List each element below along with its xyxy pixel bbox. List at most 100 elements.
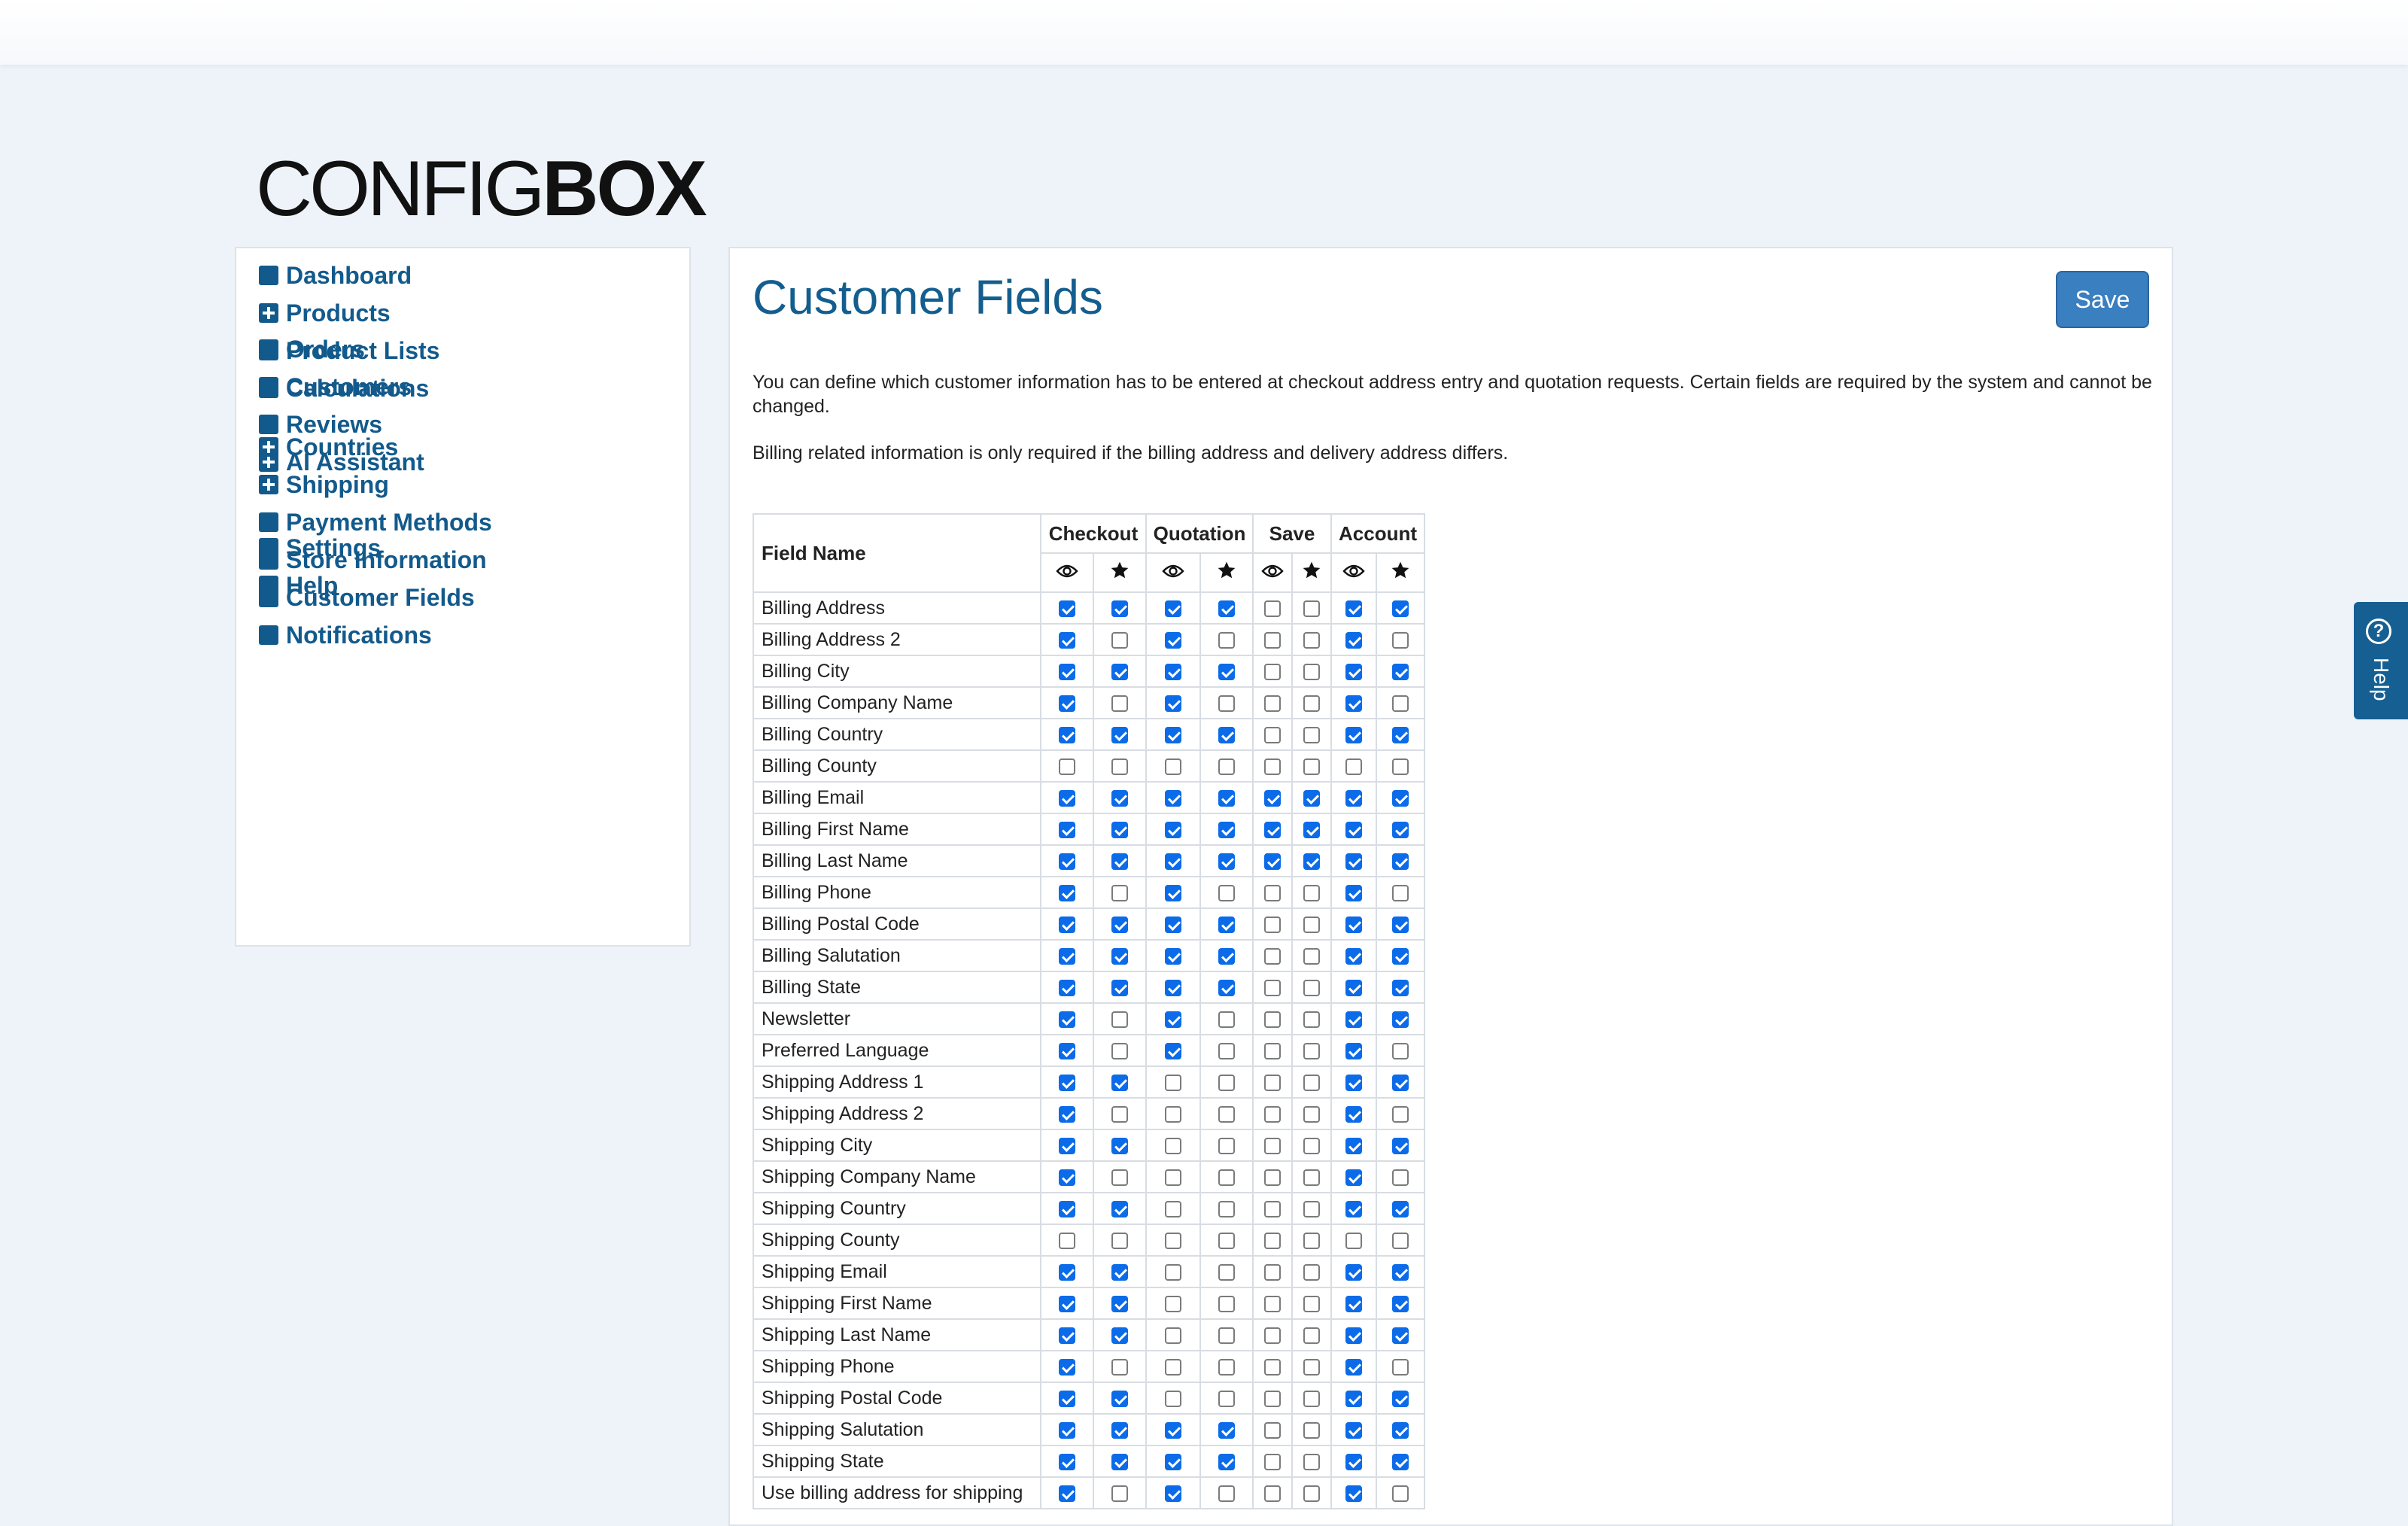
save-visible-checkbox[interactable]	[1264, 1105, 1281, 1123]
sidebar-item-customers[interactable]: Customers	[259, 370, 412, 403]
save-visible-checkbox[interactable]	[1264, 726, 1281, 743]
account-required-checkbox[interactable]	[1392, 916, 1409, 933]
quotation-visible-checkbox[interactable]	[1165, 1169, 1181, 1186]
account-required-checkbox[interactable]	[1392, 1327, 1409, 1344]
account-required-checkbox[interactable]	[1392, 1390, 1409, 1407]
quotation-visible-checkbox[interactable]	[1165, 979, 1181, 996]
sidebar-item-orders[interactable]: Orders	[259, 333, 365, 366]
account-visible-checkbox[interactable]	[1345, 1421, 1362, 1439]
quotation-required-checkbox[interactable]	[1218, 1358, 1235, 1376]
account-required-checkbox[interactable]	[1392, 1421, 1409, 1439]
quotation-required-checkbox[interactable]	[1218, 1390, 1235, 1407]
save-visible-checkbox[interactable]	[1264, 1327, 1281, 1344]
checkout-visible-checkbox[interactable]	[1059, 1390, 1075, 1407]
checkout-visible-checkbox[interactable]	[1059, 1137, 1075, 1154]
quotation-required-checkbox[interactable]	[1218, 853, 1235, 870]
save-visible-checkbox[interactable]	[1264, 1453, 1281, 1470]
quotation-required-checkbox[interactable]	[1218, 663, 1235, 680]
checkout-required-checkbox[interactable]	[1111, 979, 1128, 996]
save-required-checkbox[interactable]	[1303, 726, 1320, 743]
checkout-required-checkbox[interactable]	[1111, 1358, 1128, 1376]
quotation-visible-checkbox[interactable]	[1165, 1042, 1181, 1059]
checkout-visible-checkbox[interactable]	[1059, 631, 1075, 649]
quotation-visible-checkbox[interactable]	[1165, 1200, 1181, 1217]
quotation-required-checkbox[interactable]	[1218, 1105, 1235, 1123]
quotation-required-checkbox[interactable]	[1218, 1011, 1235, 1028]
quotation-visible-checkbox[interactable]	[1165, 1074, 1181, 1091]
account-required-checkbox[interactable]	[1392, 631, 1409, 649]
sidebar-item-countries[interactable]: Countries	[259, 430, 398, 464]
help-tab[interactable]: ? Help	[2354, 602, 2408, 719]
quotation-visible-checkbox[interactable]	[1165, 821, 1181, 838]
quotation-visible-checkbox[interactable]	[1165, 789, 1181, 807]
quotation-visible-checkbox[interactable]	[1165, 884, 1181, 901]
quotation-visible-checkbox[interactable]	[1165, 1327, 1181, 1344]
checkout-visible-checkbox[interactable]	[1059, 1421, 1075, 1439]
account-visible-checkbox[interactable]	[1345, 1137, 1362, 1154]
quotation-visible-checkbox[interactable]	[1165, 600, 1181, 617]
quotation-visible-checkbox[interactable]	[1165, 1263, 1181, 1281]
save-visible-checkbox[interactable]	[1264, 663, 1281, 680]
save-required-checkbox[interactable]	[1303, 853, 1320, 870]
checkout-required-checkbox[interactable]	[1111, 663, 1128, 680]
save-required-checkbox[interactable]	[1303, 1105, 1320, 1123]
account-visible-checkbox[interactable]	[1345, 884, 1362, 901]
account-visible-checkbox[interactable]	[1345, 1169, 1362, 1186]
quotation-required-checkbox[interactable]	[1218, 600, 1235, 617]
account-visible-checkbox[interactable]	[1345, 758, 1362, 775]
account-visible-checkbox[interactable]	[1345, 1390, 1362, 1407]
checkout-required-checkbox[interactable]	[1111, 1169, 1128, 1186]
account-required-checkbox[interactable]	[1392, 600, 1409, 617]
sidebar-item-dashboard[interactable]: Dashboard	[259, 259, 412, 292]
account-visible-checkbox[interactable]	[1345, 631, 1362, 649]
quotation-visible-checkbox[interactable]	[1165, 1295, 1181, 1312]
checkout-required-checkbox[interactable]	[1111, 853, 1128, 870]
save-visible-checkbox[interactable]	[1264, 821, 1281, 838]
checkout-visible-checkbox[interactable]	[1059, 853, 1075, 870]
save-visible-checkbox[interactable]	[1264, 1421, 1281, 1439]
quotation-visible-checkbox[interactable]	[1165, 1105, 1181, 1123]
checkout-required-checkbox[interactable]	[1111, 1421, 1128, 1439]
checkout-visible-checkbox[interactable]	[1059, 979, 1075, 996]
quotation-required-checkbox[interactable]	[1218, 1042, 1235, 1059]
checkout-required-checkbox[interactable]	[1111, 695, 1128, 712]
save-required-checkbox[interactable]	[1303, 1042, 1320, 1059]
quotation-visible-checkbox[interactable]	[1165, 1011, 1181, 1028]
checkout-visible-checkbox[interactable]	[1059, 1042, 1075, 1059]
account-visible-checkbox[interactable]	[1345, 1358, 1362, 1376]
checkout-visible-checkbox[interactable]	[1059, 1011, 1075, 1028]
quotation-required-checkbox[interactable]	[1218, 947, 1235, 965]
account-required-checkbox[interactable]	[1392, 1042, 1409, 1059]
quotation-visible-checkbox[interactable]	[1165, 758, 1181, 775]
quotation-visible-checkbox[interactable]	[1165, 1232, 1181, 1249]
save-required-checkbox[interactable]	[1303, 789, 1320, 807]
checkout-visible-checkbox[interactable]	[1059, 726, 1075, 743]
quotation-required-checkbox[interactable]	[1218, 1421, 1235, 1439]
quotation-required-checkbox[interactable]	[1218, 1137, 1235, 1154]
account-visible-checkbox[interactable]	[1345, 1485, 1362, 1502]
checkout-required-checkbox[interactable]	[1111, 789, 1128, 807]
account-visible-checkbox[interactable]	[1345, 1295, 1362, 1312]
account-visible-checkbox[interactable]	[1345, 1232, 1362, 1249]
account-visible-checkbox[interactable]	[1345, 789, 1362, 807]
quotation-required-checkbox[interactable]	[1218, 1485, 1235, 1502]
save-required-checkbox[interactable]	[1303, 947, 1320, 965]
save-visible-checkbox[interactable]	[1264, 1295, 1281, 1312]
account-required-checkbox[interactable]	[1392, 789, 1409, 807]
checkout-required-checkbox[interactable]	[1111, 884, 1128, 901]
account-visible-checkbox[interactable]	[1345, 979, 1362, 996]
save-visible-checkbox[interactable]	[1264, 1485, 1281, 1502]
save-required-checkbox[interactable]	[1303, 1074, 1320, 1091]
checkout-required-checkbox[interactable]	[1111, 758, 1128, 775]
account-required-checkbox[interactable]	[1392, 1358, 1409, 1376]
account-visible-checkbox[interactable]	[1345, 947, 1362, 965]
checkout-required-checkbox[interactable]	[1111, 1295, 1128, 1312]
save-visible-checkbox[interactable]	[1264, 916, 1281, 933]
quotation-visible-checkbox[interactable]	[1165, 1485, 1181, 1502]
quotation-visible-checkbox[interactable]	[1165, 853, 1181, 870]
save-required-checkbox[interactable]	[1303, 1453, 1320, 1470]
save-required-checkbox[interactable]	[1303, 1295, 1320, 1312]
checkout-visible-checkbox[interactable]	[1059, 1295, 1075, 1312]
checkout-required-checkbox[interactable]	[1111, 1011, 1128, 1028]
account-required-checkbox[interactable]	[1392, 1137, 1409, 1154]
